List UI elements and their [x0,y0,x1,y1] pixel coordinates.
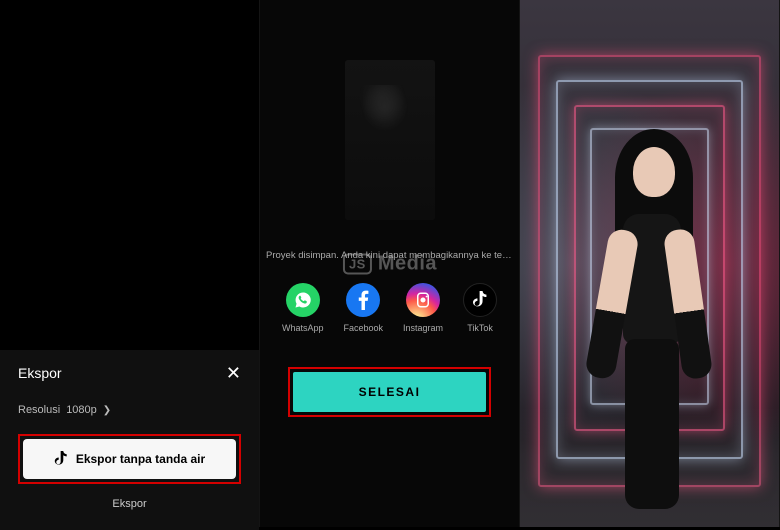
tiktok-icon [463,283,497,317]
done-button-container: SELESAI [260,367,519,417]
resolution-value: 1080p [66,404,97,416]
export-without-watermark-button[interactable]: Ekspor tanpa tanda air [23,439,236,479]
editor-canvas-placeholder [0,0,259,350]
share-screen: Proyek disimpan. Anda kini dapat membagi… [260,0,520,527]
export-sheet: Ekspor ✕ Resolusi 1080p ❯ Ekspor tanpa t… [0,350,259,530]
share-label: WhatsApp [282,323,324,333]
share-facebook[interactable]: Facebook [343,283,383,333]
share-label: Facebook [343,323,383,333]
export-sheet-screen: Ekspor ✕ Resolusi 1080p ❯ Ekspor tanpa t… [0,0,260,527]
subject-figure [585,89,715,509]
export-sheet-header: Ekspor ✕ [18,364,241,382]
resolution-label: Resolusi [18,404,60,416]
chevron-right-icon: ❯ [103,405,111,416]
saved-status-text: Proyek disimpan. Anda kini dapat membagi… [260,250,519,261]
result-image [520,0,779,527]
export-sheet-title: Ekspor [18,365,62,381]
share-label: TikTok [467,323,493,333]
done-button[interactable]: SELESAI [293,372,486,412]
tiktok-icon [54,451,68,467]
share-instagram[interactable]: Instagram [403,283,443,333]
thumbnail-silhouette [360,85,415,205]
project-thumbnail [345,60,435,220]
share-row: WhatsApp Facebook Instagram TikTok [260,283,519,333]
close-icon[interactable]: ✕ [226,364,241,382]
export-button-label: Ekspor tanpa tanda air [76,452,205,466]
facebook-icon [346,283,380,317]
share-whatsapp[interactable]: WhatsApp [282,283,324,333]
share-label: Instagram [403,323,443,333]
whatsapp-icon [286,283,320,317]
done-button-highlight: SELESAI [288,367,491,417]
export-button-highlight: Ekspor tanpa tanda air [18,434,241,484]
resolution-row[interactable]: Resolusi 1080p ❯ [18,404,241,416]
share-tiktok[interactable]: TikTok [463,283,497,333]
instagram-icon [406,283,440,317]
export-secondary-label[interactable]: Ekspor [18,498,241,510]
done-button-label: SELESAI [359,385,421,399]
result-preview [520,0,780,527]
